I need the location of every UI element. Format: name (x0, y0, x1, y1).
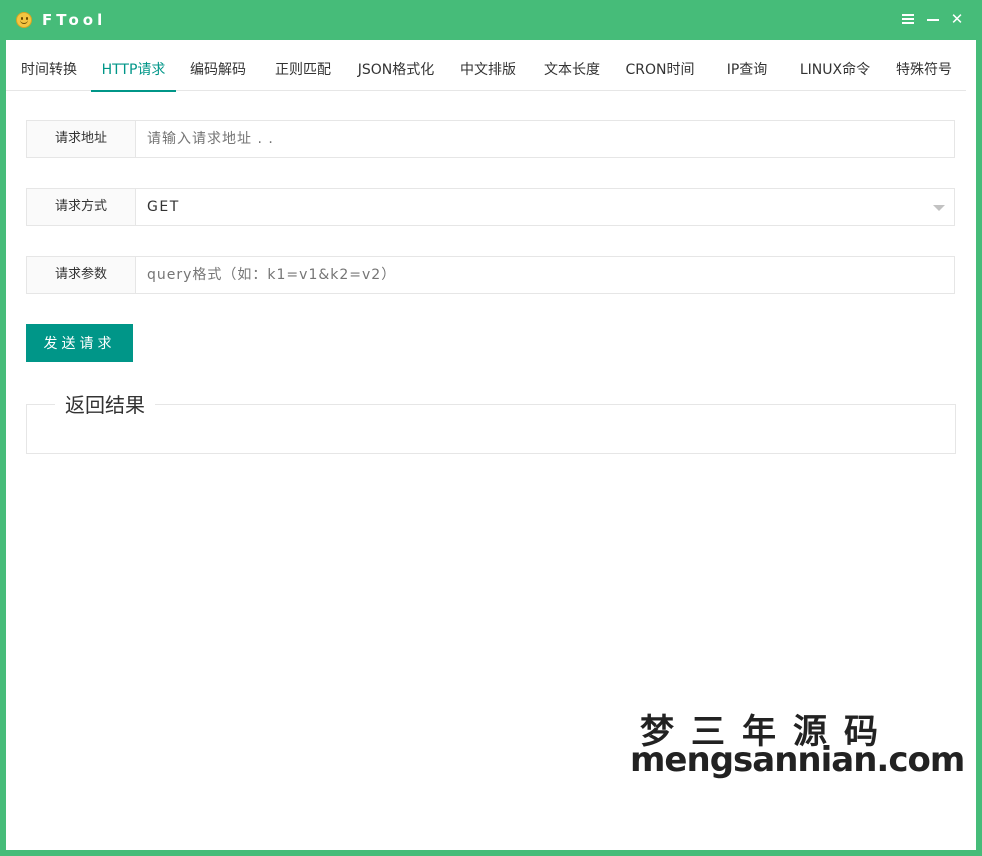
tab-time-convert[interactable]: 时间转换 (19, 50, 79, 91)
main-content: 时间转换 HTTP请求 编码解码 正则匹配 JSON格式化 中文排版 文本长度 … (6, 40, 976, 850)
watermark: 梦三年源码 mengsannian.com (630, 704, 965, 784)
result-legend: 返回结果 (55, 392, 155, 418)
tab-text-length[interactable]: 文本长度 (542, 50, 602, 91)
tab-encode-decode[interactable]: 编码解码 (188, 50, 248, 91)
tab-regex[interactable]: 正则匹配 (273, 50, 333, 91)
url-row: 请求地址 (26, 120, 955, 158)
tab-json-format[interactable]: JSON格式化 (354, 50, 438, 91)
chevron-down-icon[interactable] (933, 205, 945, 211)
menu-icon[interactable] (899, 10, 917, 28)
params-row: 请求参数 (26, 256, 955, 294)
tab-ip-query[interactable]: IP查询 (722, 50, 772, 91)
app-title: FTool (42, 11, 107, 29)
url-input[interactable] (137, 121, 954, 157)
result-panel: 返回结果 (26, 392, 956, 454)
params-label: 请求参数 (27, 257, 136, 293)
watermark-url: mengsannian.com (630, 740, 965, 780)
tab-linux-command[interactable]: LINUX命令 (797, 50, 873, 91)
tab-bar: 时间转换 HTTP请求 编码解码 正则匹配 JSON格式化 中文排版 文本长度 … (6, 50, 966, 92)
app-window: FTool ✕ 时间转换 HTTP请求 编码解码 正则匹配 JSON格式化 中文… (0, 0, 982, 856)
smiley-icon (16, 12, 32, 28)
tab-http-request[interactable]: HTTP请求 (91, 50, 176, 92)
params-input[interactable] (137, 257, 954, 293)
tab-chinese-typeset[interactable]: 中文排版 (458, 50, 518, 91)
method-label: 请求方式 (27, 189, 136, 225)
close-icon[interactable]: ✕ (948, 10, 966, 28)
title-bar[interactable]: FTool ✕ (0, 0, 982, 40)
tab-special-symbols[interactable]: 特殊符号 (894, 50, 954, 91)
minimize-icon[interactable] (924, 10, 942, 28)
url-label: 请求地址 (27, 121, 136, 157)
method-select[interactable]: GET (137, 189, 954, 225)
method-row: 请求方式 GET (26, 188, 955, 226)
tab-cron-time[interactable]: CRON时间 (624, 50, 696, 91)
send-request-button[interactable]: 发送请求 (26, 324, 133, 362)
